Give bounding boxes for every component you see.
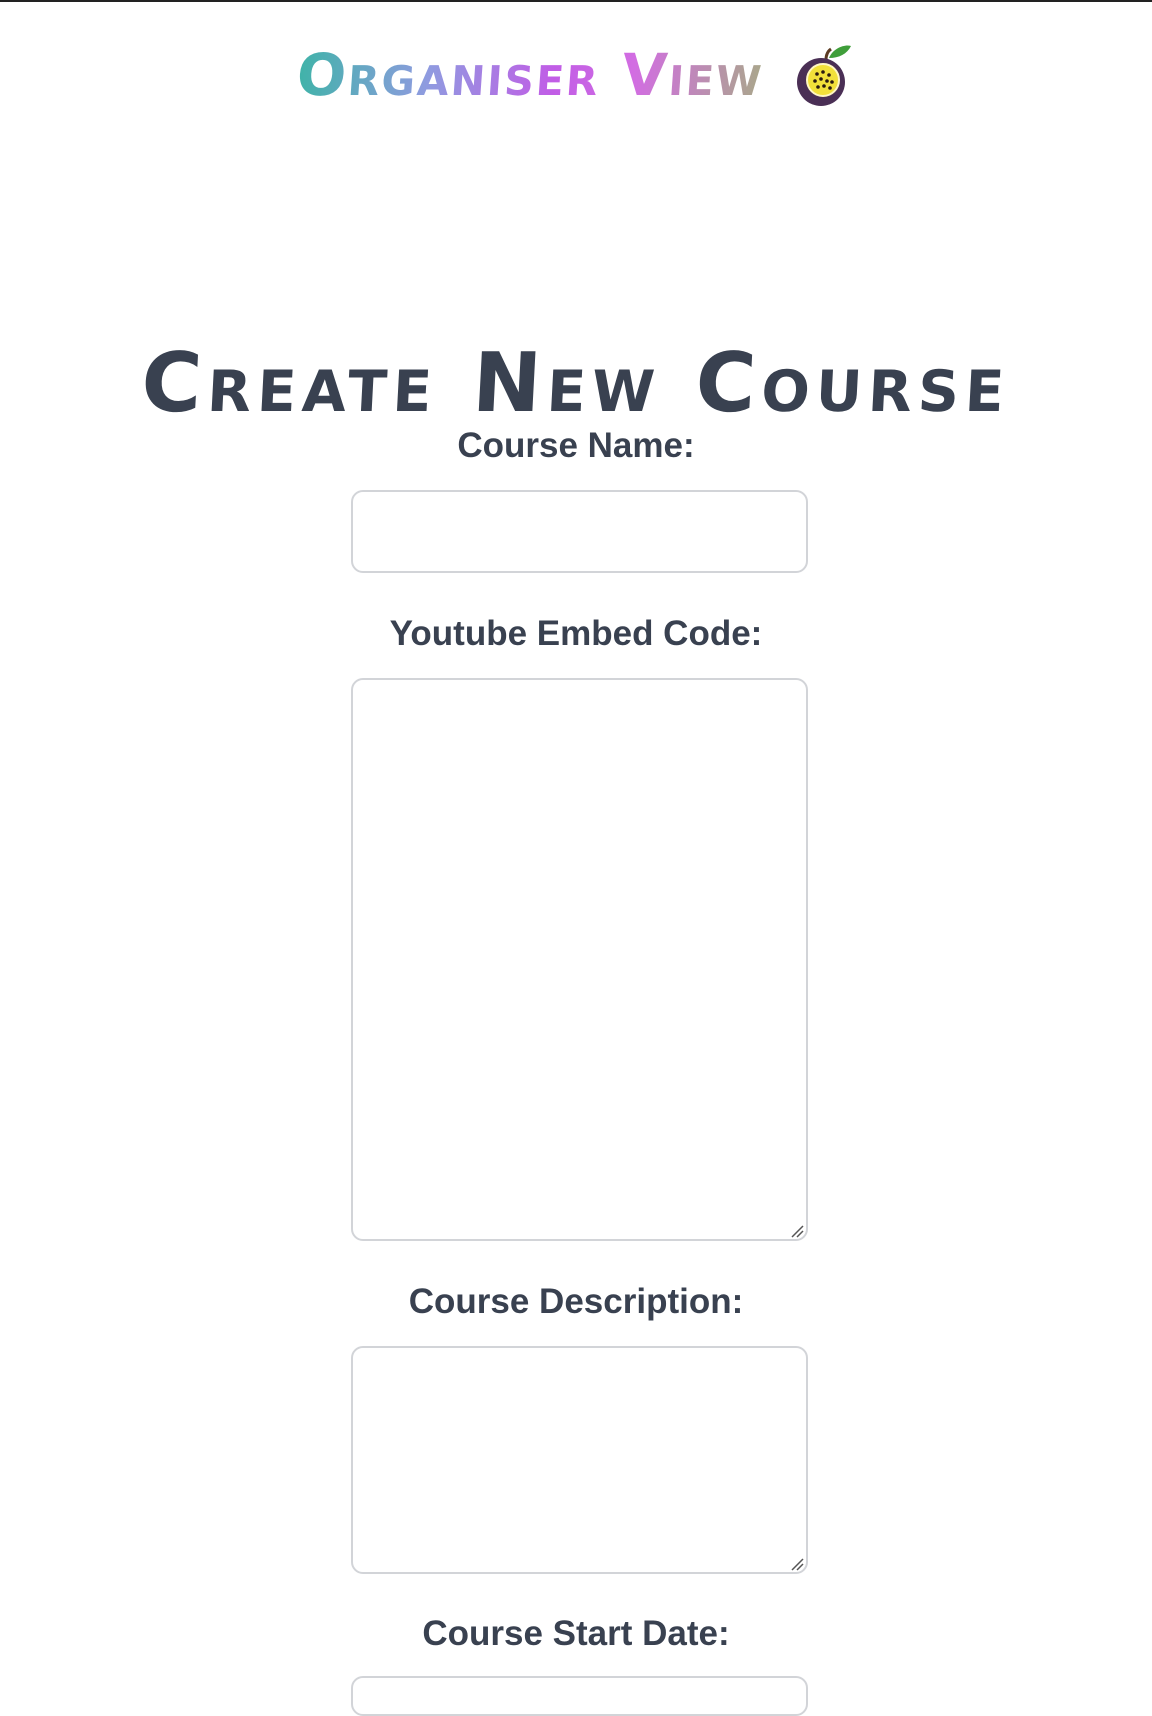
resize-grip-icon[interactable] bbox=[790, 1224, 804, 1238]
course-start-date-input[interactable] bbox=[351, 1676, 808, 1716]
app-header: Organiser View bbox=[0, 30, 1152, 120]
course-description-textarea[interactable] bbox=[351, 1346, 808, 1574]
course-description-label: Course Description: bbox=[408, 1282, 744, 1321]
top-divider bbox=[0, 0, 1152, 2]
course-start-date-label: Course Start Date: bbox=[422, 1614, 730, 1653]
app-title: Organiser View bbox=[294, 41, 766, 109]
course-name-label: Course Name: bbox=[457, 426, 695, 465]
page-title: Create New Course bbox=[139, 335, 1013, 431]
passion-fruit-icon bbox=[797, 45, 852, 106]
course-name-input[interactable] bbox=[351, 490, 808, 573]
resize-grip-icon[interactable] bbox=[790, 1557, 804, 1571]
youtube-embed-label: Youtube Embed Code: bbox=[389, 614, 763, 653]
youtube-embed-textarea[interactable] bbox=[351, 678, 808, 1241]
